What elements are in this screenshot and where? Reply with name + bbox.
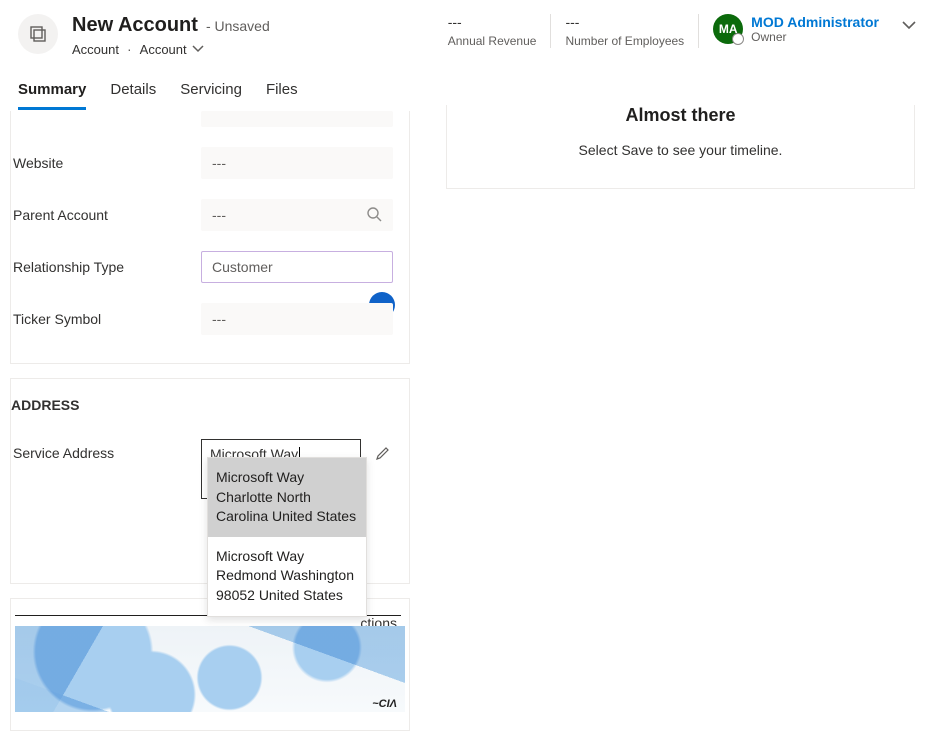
field-label: Parent Account: [11, 207, 201, 223]
stat-label: Number of Employees: [565, 34, 684, 48]
field-value: ---: [212, 207, 226, 223]
search-icon[interactable]: [366, 206, 382, 225]
tab-details[interactable]: Details: [110, 71, 156, 110]
owner-block[interactable]: MA MOD Administrator Owner: [699, 14, 887, 44]
stat-value: ---: [565, 14, 684, 32]
address-suggestion-dropdown: Microsoft Way Charlotte North Carolina U…: [207, 457, 367, 617]
field-website: Website ---: [11, 137, 401, 189]
field-relationship-type: Relationship Type Customer: [11, 241, 401, 293]
section-heading: ADDRESS: [11, 379, 401, 421]
stat-label: Annual Revenue: [448, 34, 537, 48]
record-status: - Unsaved: [206, 18, 270, 34]
field-parent-account: Parent Account ---: [11, 189, 401, 241]
ticker-symbol-input[interactable]: ---: [201, 303, 393, 335]
entity-icon: [18, 14, 58, 54]
owner-role: Owner: [751, 30, 879, 44]
field-ticker-symbol: Ticker Symbol ---: [11, 293, 401, 345]
field-label: Website: [11, 155, 201, 171]
map-preview[interactable]: ~CΙΛ: [15, 626, 405, 712]
field-value: ---: [212, 155, 226, 171]
stat-annual-revenue[interactable]: --- Annual Revenue: [434, 14, 552, 48]
general-section: Website --- Parent Account ---: [10, 111, 410, 364]
field-label: Relationship Type: [11, 259, 201, 275]
website-input[interactable]: ---: [201, 147, 393, 179]
field-label: Service Address: [11, 439, 201, 461]
entity-name[interactable]: Account: [72, 42, 119, 57]
timeline-body: Select Save to see your timeline.: [447, 142, 914, 158]
header-stats: --- Annual Revenue --- Number of Employe…: [434, 14, 915, 48]
tab-files[interactable]: Files: [266, 71, 298, 110]
timeline-heading: Almost there: [447, 105, 914, 126]
avatar: MA: [713, 14, 743, 44]
owner-name: MOD Administrator: [751, 14, 879, 30]
field-label: Ticker Symbol: [11, 311, 201, 327]
partial-field[interactable]: [201, 111, 393, 127]
address-section: ADDRESS Service Address Microsoft Way Mi…: [10, 378, 410, 584]
separator-dot: ·: [127, 41, 132, 57]
edit-icon[interactable]: [375, 445, 391, 464]
chevron-down-icon[interactable]: [901, 20, 915, 28]
timeline-panel: Almost there Select Save to see your tim…: [446, 105, 915, 189]
address-suggestion-item[interactable]: Microsoft Way Charlotte North Carolina U…: [208, 458, 366, 537]
form-switcher-label: Account: [140, 42, 187, 57]
tab-summary[interactable]: Summary: [18, 71, 86, 110]
relationship-type-select[interactable]: Customer: [201, 251, 393, 283]
map-section: ctions ~CΙΛ: [10, 598, 410, 731]
stat-value: ---: [448, 14, 537, 32]
field-value: ---: [212, 311, 226, 327]
address-suggestion-item[interactable]: Microsoft Way Redmond Washington 98052 U…: [208, 537, 366, 616]
stat-employees[interactable]: --- Number of Employees: [551, 14, 699, 48]
chevron-down-icon: [192, 45, 206, 53]
record-title: New Account: [72, 14, 198, 37]
map-attribution: ~CΙΛ: [372, 698, 397, 710]
parent-account-lookup[interactable]: ---: [201, 199, 393, 231]
tab-servicing[interactable]: Servicing: [180, 71, 242, 110]
record-header: New Account - Unsaved Account · Account …: [0, 0, 933, 63]
placeholder-text: Customer: [212, 259, 273, 275]
form-switcher[interactable]: Account: [140, 42, 206, 57]
